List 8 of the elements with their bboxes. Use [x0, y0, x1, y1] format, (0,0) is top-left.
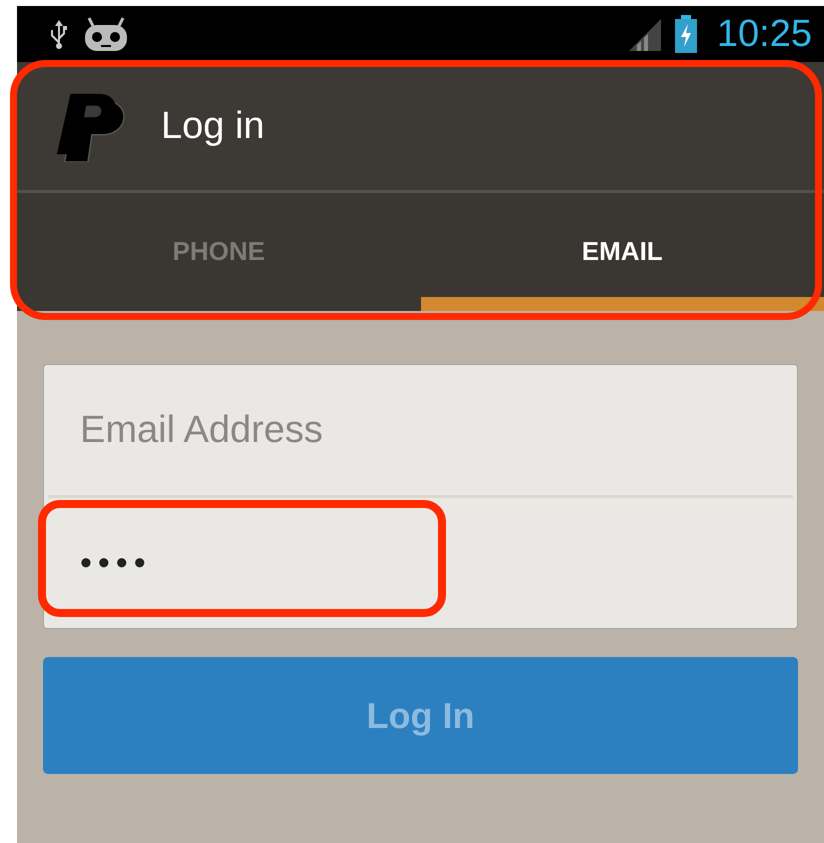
- usb-icon: [49, 18, 69, 50]
- robot-head-icon: [83, 16, 129, 52]
- signal-icon: [626, 17, 661, 51]
- battery-charging-icon: [674, 15, 697, 53]
- email-field[interactable]: Email Address: [44, 365, 797, 495]
- screen-title: Log in: [161, 104, 265, 148]
- password-field[interactable]: ••••: [44, 498, 797, 628]
- clock-time: 10:25: [716, 12, 812, 56]
